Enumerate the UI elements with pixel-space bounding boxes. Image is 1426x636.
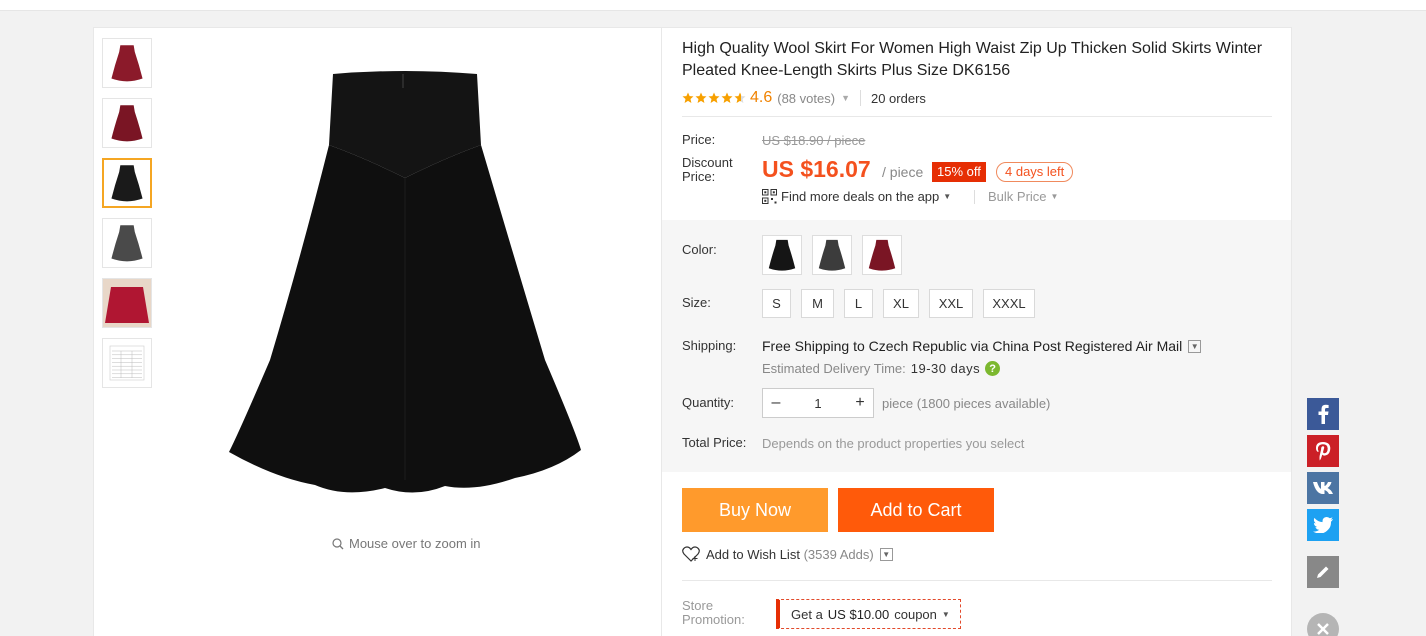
star-icon <box>734 92 746 103</box>
shipping-country: Czech Republic <box>868 338 967 354</box>
star-icon <box>682 92 694 103</box>
zoom-hint-text: Mouse over to zoom in <box>349 536 481 551</box>
caret-down-icon: ▼ <box>941 609 950 619</box>
size-option-xl[interactable]: XL <box>883 289 919 318</box>
delivery-days: 19-30 days <box>910 361 981 376</box>
size-option-xxxl[interactable]: XXXL <box>983 289 1035 318</box>
thumbnail-black[interactable] <box>102 158 152 208</box>
app-deals-link[interactable]: Find more deals on the app ▼ <box>762 189 951 204</box>
quantity-input[interactable] <box>789 389 847 417</box>
edit-icon[interactable] <box>1307 556 1339 588</box>
chevron-down-icon[interactable]: ▼ <box>841 93 850 103</box>
thumbnail-size-chart[interactable] <box>102 338 152 388</box>
color-swatch-burgundy[interactable] <box>862 235 902 275</box>
discount-price-label: Discount Price: <box>682 155 733 184</box>
wishlist-adds: (3539 Adds) <box>803 546 874 562</box>
shipping-label: Shipping: <box>682 338 737 353</box>
votes-count[interactable]: (88 votes) <box>777 91 835 106</box>
zoom-hint: Mouse over to zoom in <box>332 536 481 551</box>
skirt-image <box>229 71 581 493</box>
per-piece-unit: / piece <box>882 164 924 180</box>
delivery-label: Estimated Delivery Time: <box>762 361 906 376</box>
thumbnail-burgundy[interactable] <box>102 98 152 148</box>
rating-stars <box>682 92 746 104</box>
magnifier-icon <box>332 537 344 549</box>
top-nav-strip <box>0 0 1426 11</box>
caret-down-icon: ▼ <box>943 192 952 201</box>
thumbnail-list <box>102 38 152 398</box>
total-price-label: Total Price: <box>682 435 747 450</box>
app-deals-text: Find more deals on the app <box>781 189 940 204</box>
discount-badge: 15% off <box>932 162 986 182</box>
coupon-button[interactable]: Get a US $10.00 coupon ▼ <box>776 599 961 629</box>
color-swatch-black[interactable] <box>762 235 802 275</box>
color-swatch-gray[interactable] <box>812 235 852 275</box>
star-icon <box>708 92 720 103</box>
shipping-info[interactable]: Free Shipping to Czech Republic via Chin… <box>762 338 1202 354</box>
shipping-method: China Post Registered Air Mail <box>992 338 1183 354</box>
store-promotion-label: Store Promotion: <box>682 598 745 627</box>
caret-down-icon: ▼ <box>1050 192 1059 201</box>
thumbnail-red-photo[interactable] <box>102 278 152 328</box>
add-to-cart-button[interactable]: Add to Cart <box>838 488 994 532</box>
star-icon <box>721 92 733 103</box>
shipping-via: via <box>970 338 989 354</box>
size-option-s[interactable]: S <box>762 289 791 318</box>
vk-icon[interactable] <box>1307 472 1339 504</box>
facebook-icon[interactable] <box>1307 398 1339 430</box>
availability-text: piece (1800 pieces available) <box>882 396 1051 411</box>
heart-icon <box>682 546 700 562</box>
color-label: Color: <box>682 242 717 257</box>
plus-icon[interactable]: + <box>847 389 873 417</box>
divider <box>682 580 1272 581</box>
size-option-l[interactable]: L <box>844 289 873 318</box>
rating-row: 4.6 (88 votes) ▼ 20 orders <box>682 88 926 108</box>
thumbnail-gray[interactable] <box>102 218 152 268</box>
bulk-price-link[interactable]: Bulk Price ▼ <box>974 189 1058 204</box>
coupon-amount: US $10.00 <box>827 606 890 622</box>
shipping-dropdown-icon[interactable]: ▼ <box>1188 339 1202 353</box>
total-price-value: Depends on the product properties you se… <box>762 436 1025 451</box>
coupon-suffix: coupon <box>894 606 937 622</box>
original-price: US $18.90 / piece <box>762 133 866 148</box>
bulk-price-text: Bulk Price <box>988 189 1047 204</box>
quantity-stepper: – + <box>762 388 874 418</box>
orders-count: 20 orders <box>870 90 926 106</box>
wishlist-text: Add to Wish List <box>706 546 800 562</box>
main-product-image[interactable] <box>215 60 595 505</box>
coupon-prefix: Get a <box>791 606 823 622</box>
delivery-estimate: Estimated Delivery Time: 19-30 days ? <box>762 361 1001 376</box>
star-icon <box>695 92 707 103</box>
wishlist-link[interactable]: Add to Wish List (3539 Adds) ▼ <box>682 546 893 562</box>
size-option-m[interactable]: M <box>801 289 834 318</box>
size-label: Size: <box>682 295 711 310</box>
pinterest-icon[interactable] <box>1307 435 1339 467</box>
size-option-xxl[interactable]: XXL <box>929 289 973 318</box>
buy-now-button[interactable]: Buy Now <box>682 488 828 532</box>
product-title: High Quality Wool Skirt For Women High W… <box>682 40 1263 79</box>
wishlist-dropdown-icon[interactable]: ▼ <box>879 547 893 561</box>
days-left-badge: 4 days left <box>996 162 1074 182</box>
shipping-to: to <box>853 338 865 354</box>
price-label: Price: <box>682 132 716 147</box>
qr-code-icon <box>762 189 777 204</box>
minus-icon[interactable]: – <box>763 389 789 417</box>
close-icon[interactable] <box>1307 613 1339 636</box>
shipping-free: Free Shipping <box>762 338 850 354</box>
help-icon[interactable]: ? <box>985 361 1001 376</box>
thumbnail-burgundy[interactable] <box>102 38 152 88</box>
separator <box>974 189 975 204</box>
quantity-label: Quantity: <box>682 395 735 410</box>
rating-score: 4.6 <box>750 89 773 106</box>
discount-price: US $16.07 <box>762 156 871 182</box>
twitter-icon[interactable] <box>1307 509 1339 541</box>
divider <box>682 116 1272 117</box>
separator <box>859 90 861 106</box>
